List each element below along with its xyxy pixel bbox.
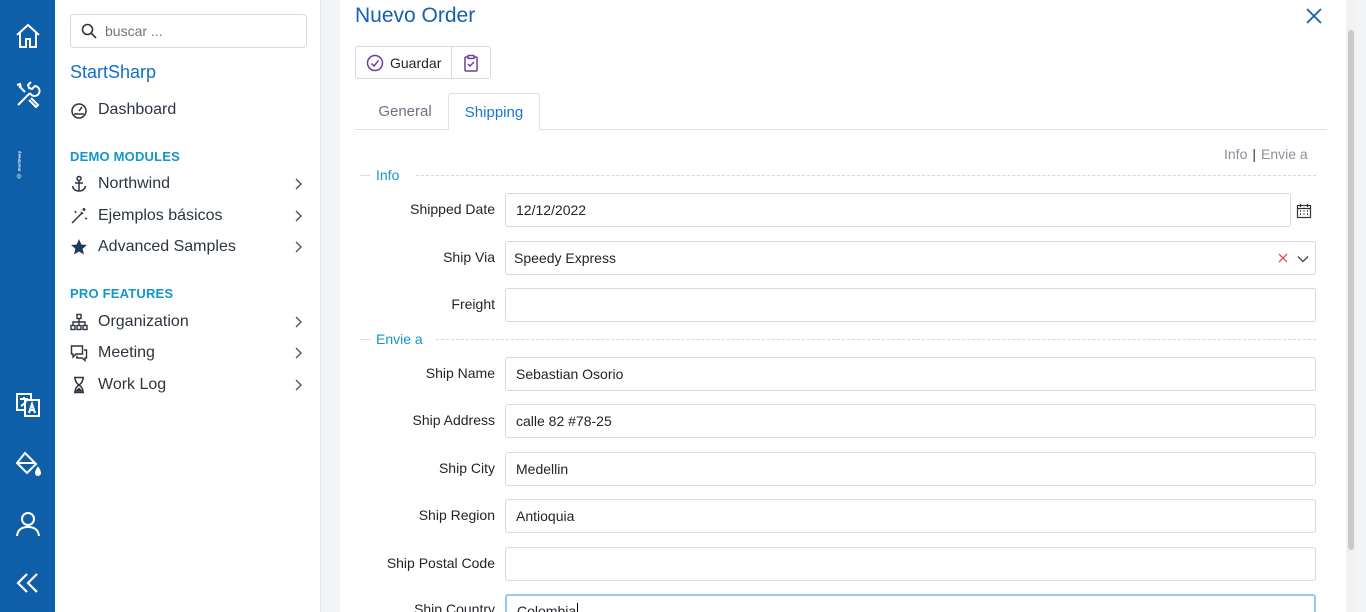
category-link-envie-a[interactable]: Envie a [1261,146,1308,162]
ship-address-label: Ship Address [412,412,496,428]
ship-address-field[interactable]: calle 82 #78-25 [505,404,1316,438]
sidebar-item-meeting[interactable]: Meeting [70,338,312,368]
sidebar-item-northwind[interactable]: Northwind [70,169,312,199]
chat-icon [70,344,88,362]
paint-bucket-icon[interactable] [0,444,55,484]
category-title-info: Info [360,167,1316,183]
scrollbar[interactable] [1346,0,1356,612]
apply-changes-button[interactable] [451,47,490,78]
chevron-right-icon [295,379,302,391]
category-title-envie-a: Envie a [360,331,1316,347]
star-icon [70,238,88,256]
gauge-icon [70,101,88,119]
ship-via-label: Ship Via [443,249,495,265]
freight-field[interactable] [505,288,1316,322]
ship-via-value: Speedy Express [514,250,616,266]
sidebar-item-advanced-samples[interactable]: Advanced Samples [70,232,312,262]
sidebar-item-work-log[interactable]: Work Log [70,370,312,400]
save-button[interactable]: Guardar [356,47,451,78]
category-link-info[interactable]: Info [1224,146,1247,162]
ship-region-field[interactable]: Antioquia [505,499,1316,533]
chevron-right-icon [295,316,302,328]
clipboard-check-icon [464,54,479,72]
sidebar-item-label: Advanced Samples [98,238,236,255]
home-icon[interactable] [0,16,55,56]
sidebar-search[interactable] [70,14,307,48]
ship-name-field[interactable]: Sebastian Osorio [505,357,1316,391]
category-links: Info | Envie a [1224,146,1308,162]
ship-country-label: Ship Country [414,601,495,612]
sidebar-item-ejemplos-basicos[interactable]: Ejemplos básicos [70,201,312,231]
ship-postal-code-label: Ship Postal Code [386,555,495,571]
category-link-separator: | [1252,146,1256,162]
sidebar-item-label: Meeting [98,344,155,361]
dialog-tabs: General Shipping [355,93,1327,131]
search-input[interactable] [105,23,295,39]
ship-country-field[interactable]: Colombia [505,594,1316,612]
ship-region-label: Ship Region [418,507,495,523]
sitemap-icon [70,313,88,331]
chevron-right-icon [295,241,302,253]
calendar-icon[interactable] [1296,203,1312,219]
translate-icon[interactable] [0,385,55,425]
ship-city-field[interactable]: Medellin [505,452,1316,486]
freight-label: Freight [451,296,495,312]
search-icon [81,23,97,39]
collapse-icon[interactable] [0,563,55,603]
sidebar-item-label: Northwind [98,175,171,192]
sidebar-brand[interactable]: StartSharp [70,62,156,83]
sidebar-item-label: Work Log [98,376,167,393]
sidebar: StartSharp Dashboard DEMO MODULES Northw… [55,0,321,612]
sidebar-item-label: Dashboard [98,101,177,118]
sidebar-item-organization[interactable]: Organization [70,307,312,337]
tab-general[interactable]: General [363,93,447,130]
sidebar-item-label: Ejemplos básicos [98,207,223,224]
check-circle-icon [366,54,384,71]
ship-name-label: Ship Name [425,365,495,381]
scrollbar-thumb[interactable] [1348,30,1354,550]
order-dialog: Nuevo Order Guardar General Shipping Inf… [340,0,1356,612]
close-icon[interactable] [1305,7,1323,25]
ship-city-label: Ship City [438,460,495,476]
shipped-date-field[interactable]: 12/12/2022 [505,193,1291,227]
hourglass-icon [70,376,88,394]
svg-text:StartSharp: StartSharp [16,150,21,171]
magic-wand-icon [70,207,88,225]
ship-country-value: Colombia [517,603,577,612]
pro-features-heading: PRO FEATURES [70,286,174,301]
dialog-title: Nuevo Order [355,4,476,27]
anchor-icon [70,175,88,193]
tab-shipping[interactable]: Shipping [448,93,540,131]
shipped-date-label: Shipped Date [410,201,495,217]
user-icon[interactable] [0,504,55,544]
dialog-toolbar: Guardar [355,46,492,79]
ship-via-select[interactable]: Speedy Express [505,241,1316,275]
sidebar-item-dashboard[interactable]: Dashboard [70,95,312,125]
demo-modules-heading: DEMO MODULES [70,149,181,164]
chevron-right-icon [295,210,302,222]
chevron-right-icon [295,347,302,359]
save-button-label: Guardar [390,54,442,71]
text-caret [577,603,579,612]
clear-icon[interactable] [1277,252,1289,264]
sidebar-item-label: Organization [98,313,189,330]
tools-icon[interactable] [0,75,55,115]
chevron-right-icon [295,178,302,190]
brand-logo: StartSharp [16,150,22,179]
ship-postal-code-field[interactable] [505,547,1316,581]
icon-rail: StartSharp [0,0,55,612]
chevron-down-icon[interactable] [1297,253,1309,265]
